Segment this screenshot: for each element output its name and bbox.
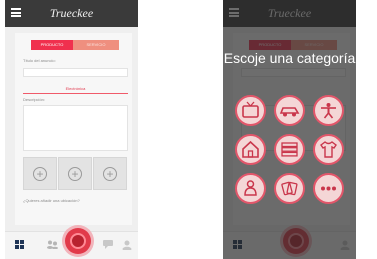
category-books[interactable] [274, 134, 305, 165]
profile-icon[interactable] [122, 240, 132, 250]
fitness-icon [321, 103, 336, 119]
title-input[interactable] [23, 68, 128, 77]
add-photo-slot-1[interactable]: + [23, 157, 57, 190]
clothing-icon [320, 141, 337, 158]
tv-icon [242, 101, 259, 118]
category-baby[interactable] [235, 173, 266, 204]
category-modal-title: Escoje una categoría [223, 50, 356, 66]
plus-icon: + [68, 167, 82, 181]
app-title: Trueckee [49, 6, 94, 20]
record-icon [70, 233, 86, 249]
phone-screen-form: Trueckee PRODUCTO SERVICIO Título del an… [5, 0, 138, 259]
chat-icon[interactable] [103, 240, 113, 249]
description-textarea[interactable] [23, 105, 128, 151]
add-photo-slot-2[interactable]: + [58, 157, 92, 190]
add-listing-button[interactable] [65, 228, 91, 254]
more-icon [321, 186, 336, 191]
tab-product[interactable]: PRODUCTO [31, 40, 73, 50]
books-icon [281, 142, 298, 157]
grid-icon[interactable] [15, 240, 24, 249]
category-more[interactable] [313, 173, 344, 204]
category-tv[interactable] [235, 95, 266, 126]
category-clothing[interactable] [313, 134, 344, 165]
listing-form: PRODUCTO SERVICIO Título del anuncio: El… [15, 33, 132, 225]
category-motor[interactable] [274, 95, 305, 126]
category-home[interactable] [235, 134, 266, 165]
plus-icon: + [33, 167, 47, 181]
app-bar: Trueckee [5, 0, 138, 27]
users-icon[interactable] [47, 240, 58, 249]
plus-icon: + [103, 167, 117, 181]
location-link[interactable]: ¿Quieres añadir una ubicación? [23, 198, 80, 203]
add-photo-slot-3[interactable]: + [93, 157, 127, 190]
baby-icon [244, 180, 257, 196]
category-sports[interactable] [313, 95, 344, 126]
category-select[interactable]: Electrónica [23, 85, 128, 94]
cards-icon [281, 181, 298, 196]
home-icon [242, 140, 259, 158]
phone-screen-category-picker: Trueckee PRODUCTO SERVICIO Escoje una ca… [223, 0, 356, 259]
title-label: Título del anuncio: [23, 58, 56, 63]
category-overlay[interactable]: Escoje una categoría [223, 0, 356, 259]
description-label: Descripción: [23, 97, 46, 102]
car-icon [279, 107, 300, 117]
tab-service[interactable]: SERVICIO [73, 40, 119, 50]
category-games[interactable] [274, 173, 305, 204]
